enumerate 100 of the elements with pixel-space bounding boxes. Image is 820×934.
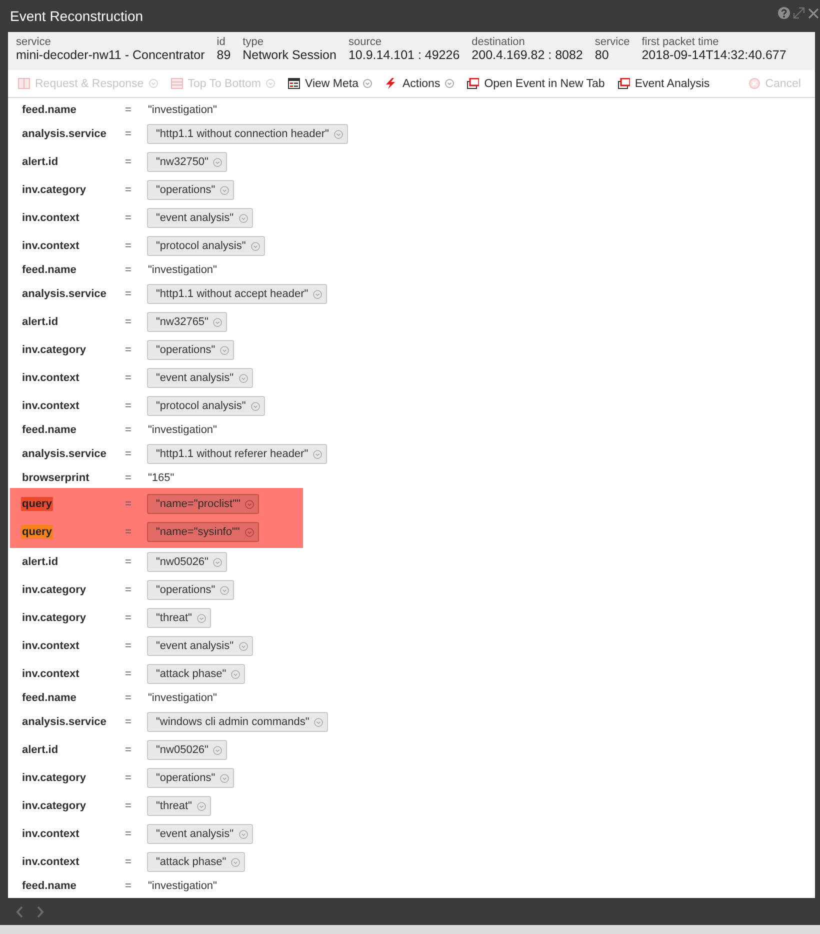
chevron-left-icon[interactable]	[16, 906, 23, 918]
highlighted-meta-key: query	[21, 525, 53, 539]
value-dropdown[interactable]: "attack phase"	[147, 852, 246, 872]
meta-value: "165"	[148, 472, 174, 484]
field-value: Network Session	[242, 48, 336, 63]
caret-icon	[238, 374, 248, 382]
meta-key: analysis.service	[22, 447, 106, 461]
equals-sign: =	[125, 800, 132, 812]
meta-key: inv.context	[22, 239, 80, 253]
value-dropdown[interactable]: "attack phase"	[147, 664, 246, 684]
value-dropdown[interactable]: "event analysis"	[147, 636, 253, 656]
meta-key: analysis.service	[22, 287, 106, 301]
meta-key: analysis.service	[22, 715, 106, 729]
equals-sign: =	[125, 184, 132, 196]
meta-value: "investigation"	[148, 692, 217, 704]
value-dropdown[interactable]: "event analysis"	[147, 208, 253, 228]
equals-sign: =	[125, 744, 132, 756]
highlighted-meta-key: query	[21, 497, 53, 511]
field-value: mini-decoder-nw11 - Concentrator	[16, 48, 205, 63]
caret-icon	[313, 290, 322, 298]
equals-sign: =	[125, 212, 132, 224]
equals-sign: =	[125, 344, 132, 356]
field-value: 80	[594, 48, 609, 63]
caret-icon	[213, 318, 222, 326]
equals-sign: =	[125, 472, 132, 484]
equals-sign: =	[125, 856, 132, 868]
caret-icon	[213, 746, 222, 754]
equals-sign: =	[125, 128, 132, 140]
equals-sign: =	[125, 692, 132, 704]
meta-key: analysis.service	[22, 127, 106, 141]
caret-icon	[250, 242, 260, 250]
value-dropdown[interactable]: "windows cli admin commands"	[147, 712, 328, 732]
caret-icon	[238, 214, 248, 222]
toolbar-button[interactable]: Actions	[385, 74, 454, 94]
value-dropdown[interactable]: "threat"	[147, 796, 211, 816]
meta-key: alert.id	[22, 743, 58, 757]
meta-key: inv.context	[22, 667, 80, 681]
meta-key: inv.category	[22, 343, 86, 357]
caret-icon	[196, 614, 206, 622]
value-dropdown[interactable]: "http1.1 without accept header"	[147, 284, 328, 304]
equals-sign: =	[125, 316, 132, 328]
meta-key: feed.name	[22, 423, 76, 437]
close-icon[interactable]	[808, 8, 819, 18]
field-value: 200.4.169.82 : 8082	[472, 48, 583, 63]
value-dropdown[interactable]: "protocol analysis"	[147, 236, 265, 256]
value-dropdown[interactable]: "operations"	[147, 340, 234, 360]
caret-icon	[250, 402, 260, 410]
value-dropdown[interactable]: "http1.1 without referer header"	[147, 444, 328, 464]
equals-sign: =	[125, 424, 132, 436]
rows-icon	[170, 78, 183, 89]
value-dropdown[interactable]: "event analysis"	[147, 824, 253, 844]
windows-icon	[467, 78, 480, 89]
caret-icon	[196, 802, 206, 810]
expand-icon[interactable]	[793, 7, 805, 19]
caret-icon	[238, 642, 248, 650]
equals-sign: =	[125, 556, 132, 568]
equals-sign: =	[125, 498, 132, 510]
meta-key: browserprint	[22, 471, 90, 485]
field-label: service	[16, 36, 51, 48]
equals-sign: =	[125, 880, 132, 892]
equals-sign: =	[125, 264, 132, 276]
value-dropdown[interactable]: "threat"	[147, 608, 211, 628]
value-dropdown[interactable]: "event analysis"	[147, 368, 253, 388]
meta-key: inv.context	[22, 639, 80, 653]
meta-key: inv.category	[22, 771, 86, 785]
equals-sign: =	[125, 448, 132, 460]
value-dropdown[interactable]: "operations"	[147, 580, 234, 600]
value-dropdown[interactable]: "nw32750"	[147, 152, 228, 172]
caret-icon	[314, 718, 324, 726]
window-title: Event Reconstruction	[10, 8, 144, 24]
caret-icon	[238, 830, 248, 838]
toolbar-button[interactable]: Event Analysis	[618, 74, 710, 94]
caret-icon	[244, 528, 254, 536]
meta-key: feed.name	[22, 879, 76, 893]
caret-icon	[220, 346, 230, 354]
toolbar-button[interactable]: Open Event in New Tab	[467, 74, 605, 94]
value-dropdown[interactable]: "operations"	[147, 180, 234, 200]
toolbar-button[interactable]: View Meta	[288, 74, 372, 94]
field-label: service	[594, 36, 630, 48]
value-dropdown[interactable]: "nw32765"	[147, 312, 228, 332]
equals-sign: =	[125, 716, 132, 728]
meta-value: "investigation"	[148, 264, 217, 276]
value-dropdown[interactable]: "nw05026"	[147, 740, 228, 760]
value-dropdown[interactable]: "name="sysinfo""	[147, 522, 259, 542]
caret-icon	[220, 186, 230, 194]
meta-key: feed.name	[22, 263, 76, 277]
value-dropdown[interactable]: "operations"	[147, 768, 234, 788]
value-dropdown[interactable]: "protocol analysis"	[147, 396, 265, 416]
value-dropdown[interactable]: "nw05026"	[147, 552, 228, 572]
lightning-icon	[385, 78, 398, 89]
equals-sign: =	[125, 640, 132, 652]
caret-icon	[213, 158, 222, 166]
field-label: source	[348, 36, 382, 48]
help-icon[interactable]	[778, 7, 790, 19]
caret-icon	[231, 858, 240, 866]
caret-icon	[220, 586, 230, 594]
value-dropdown[interactable]: "http1.1 without connection header"	[147, 124, 348, 144]
cancel-icon	[749, 78, 760, 89]
value-dropdown[interactable]: "name="proclist""	[147, 494, 260, 514]
chevron-right-icon[interactable]	[37, 906, 44, 918]
